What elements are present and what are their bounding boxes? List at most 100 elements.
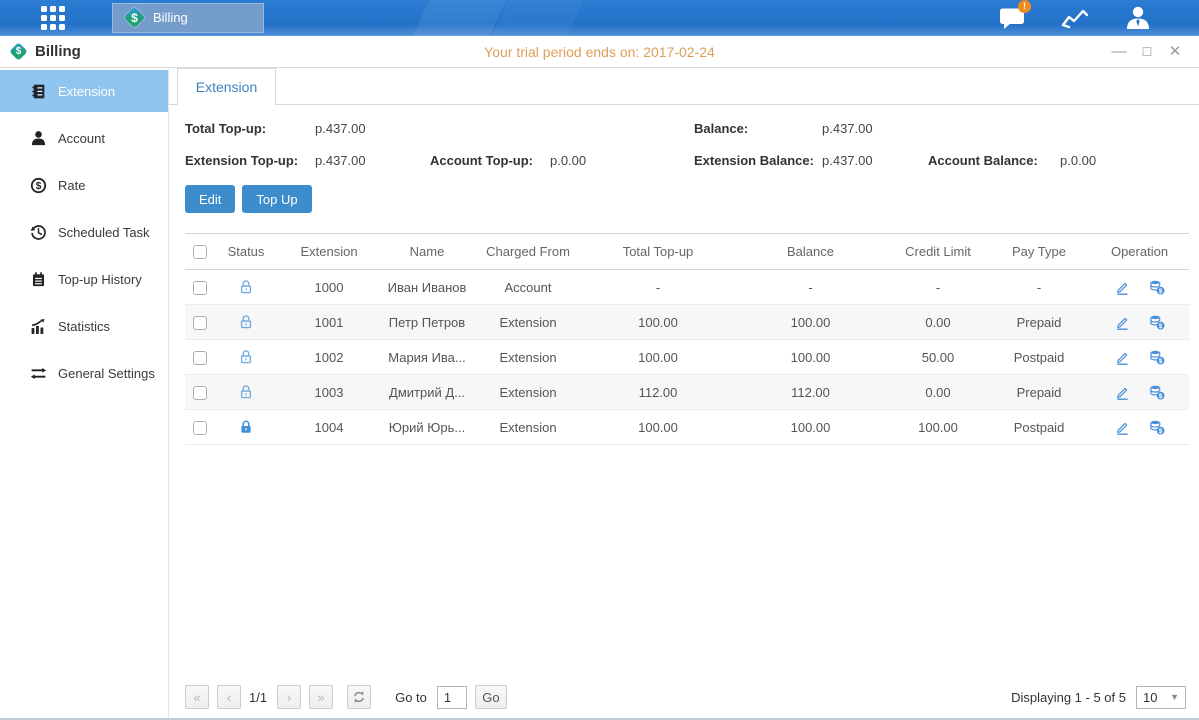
col-charged-from: Charged From [473,234,583,270]
maximize-icon[interactable]: ☐ [1139,46,1155,58]
unlocked-status-icon [238,384,254,400]
col-total-topup: Total Top-up [583,234,733,270]
svg-text:$: $ [36,181,42,192]
ledger-icon [30,271,47,288]
cell-charged-from: Account [473,270,583,305]
page-size-value: 10 [1143,690,1157,705]
cell-charged-from: Extension [473,410,583,445]
first-page-button[interactable]: « [185,685,209,709]
col-extension: Extension [277,234,381,270]
account-balance-label: Account Balance: [928,153,1060,168]
cell-balance: 100.00 [733,305,888,340]
cell-balance: 100.00 [733,410,888,445]
sidebar: Extension Account $ Rate [0,68,168,718]
topup-row-icon[interactable] [1149,279,1165,295]
sidebar-item-general-settings[interactable]: General Settings [0,350,168,397]
edit-row-icon[interactable] [1114,314,1130,330]
topup-row-icon[interactable] [1149,349,1165,365]
table-row: 1004 Юрий Юрь... Extension 100.00 100.00… [185,410,1189,445]
table-row: 1003 Дмитрий Д... Extension 112.00 112.0… [185,375,1189,410]
cell-pay-type: Postpaid [988,410,1090,445]
action-buttons: Edit Top Up [185,185,1186,213]
window-controls: — ☐ ✕ [1111,44,1183,59]
cell-pay-type: Prepaid [988,305,1090,340]
sidebar-item-label: Top-up History [58,272,142,287]
cell-extension: 1003 [277,375,381,410]
topup-row-icon[interactable] [1149,314,1165,330]
edit-button[interactable]: Edit [185,185,235,213]
topup-row-icon[interactable] [1149,384,1165,400]
extension-balance-label: Extension Balance: [694,153,822,168]
cell-balance: 112.00 [733,375,888,410]
cell-extension: 1004 [277,410,381,445]
sidebar-item-topup-history[interactable]: Top-up History [0,256,168,303]
cell-credit-limit: 50.00 [888,340,988,375]
billing-window: $ Billing ! [0,0,1199,720]
table-row: 1001 Петр Петров Extension 100.00 100.00… [185,305,1189,340]
cell-balance: 100.00 [733,340,888,375]
go-button[interactable]: Go [475,685,507,709]
col-operation: Operation [1090,234,1189,270]
cell-total-topup: 100.00 [583,410,733,445]
topbar-actions: ! [997,5,1153,31]
app-grid-icon[interactable] [38,3,68,33]
pagination-bar: « ‹ 1/1 › » Go to Go [185,684,1186,710]
top-up-button[interactable]: Top Up [242,185,311,213]
cell-credit-limit: 100.00 [888,410,988,445]
cell-extension: 1002 [277,340,381,375]
main-panel: Extension Total Top-up: p.437.00 Balance… [168,68,1199,718]
billing-window-icon: $ [10,43,27,60]
edit-row-icon[interactable] [1114,279,1130,295]
goto-page-input[interactable] [437,686,467,709]
page-size-select[interactable]: 10 ▼ [1136,686,1186,709]
cell-balance: - [733,270,888,305]
sidebar-item-account[interactable]: Account [0,115,168,162]
edit-row-icon[interactable] [1114,384,1130,400]
row-checkbox[interactable] [193,351,207,365]
cell-charged-from: Extension [473,340,583,375]
topbar-tab-label: Billing [153,10,188,25]
monitor-chart-icon[interactable] [1060,5,1090,31]
messages-icon[interactable]: ! [997,5,1027,31]
topup-row-icon[interactable] [1149,419,1165,435]
close-icon[interactable]: ✕ [1167,44,1183,59]
trial-notice: Your trial period ends on: 2017-02-24 [0,44,1199,60]
history-clock-icon [30,224,47,241]
col-name: Name [381,234,473,270]
table-row: 1000 Иван Иванов Account - - - - [185,270,1189,305]
select-all-checkbox[interactable] [193,245,207,259]
row-checkbox[interactable] [193,386,207,400]
cell-pay-type: - [988,270,1090,305]
edit-row-icon[interactable] [1114,419,1130,435]
cell-name: Юрий Юрь... [381,410,473,445]
cell-total-topup: 100.00 [583,340,733,375]
extension-balance-value: p.437.00 [822,153,928,168]
sidebar-item-extension[interactable]: Extension [0,70,168,112]
user-account-icon[interactable] [1123,5,1153,31]
topbar-billing-tab[interactable]: $ Billing [112,3,264,33]
tab-extension[interactable]: Extension [177,68,276,105]
table-header-row: Status Extension Name Charged From Total… [185,234,1189,270]
summary-row-1: Total Top-up: p.437.00 Balance: p.437.00 [185,121,1186,136]
title-bar: $ Billing Your trial period ends on: 201… [0,36,1199,68]
extension-content: Total Top-up: p.437.00 Balance: p.437.00… [169,105,1199,718]
arrows-swap-icon [30,365,47,382]
minimize-icon[interactable]: — [1111,44,1127,59]
last-page-button[interactable]: » [309,685,333,709]
table-row: 1002 Мария Ива... Extension 100.00 100.0… [185,340,1189,375]
cell-credit-limit: - [888,270,988,305]
sidebar-item-statistics[interactable]: Statistics [0,303,168,350]
row-checkbox[interactable] [193,316,207,330]
next-page-button[interactable]: › [277,685,301,709]
row-checkbox[interactable] [193,281,207,295]
sidebar-item-label: Scheduled Task [58,225,150,240]
refresh-button[interactable] [347,685,371,709]
edit-row-icon[interactable] [1114,349,1130,365]
sidebar-item-scheduled-task[interactable]: Scheduled Task [0,209,168,256]
cell-extension: 1000 [277,270,381,305]
cell-total-topup: 100.00 [583,305,733,340]
sidebar-item-rate[interactable]: $ Rate [0,162,168,209]
page-indicator: 1/1 [249,690,267,705]
row-checkbox[interactable] [193,421,207,435]
prev-page-button[interactable]: ‹ [217,685,241,709]
